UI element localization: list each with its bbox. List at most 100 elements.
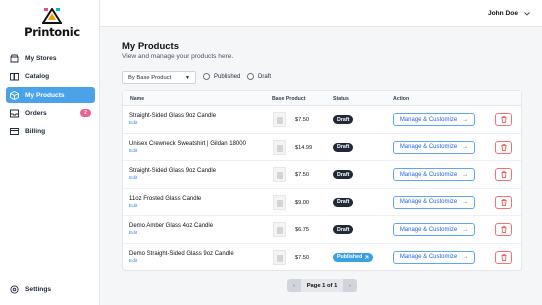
column-header-status: Status	[333, 96, 349, 102]
filter-select[interactable]: By Base Product ▼	[122, 71, 196, 84]
delete-button[interactable]	[495, 223, 512, 236]
product-thumbnail	[273, 194, 286, 210]
top-bar: John Doe	[100, 0, 542, 27]
next-page-button[interactable]: ›	[343, 279, 357, 292]
product-name: 11oz Frosted Glass Candle	[129, 195, 202, 202]
sidebar-item-my-products[interactable]: My Products	[6, 87, 95, 103]
delete-button[interactable]	[495, 195, 512, 209]
edit-link[interactable]: Edit	[129, 121, 137, 126]
inbox-icon	[10, 109, 19, 118]
product-name: Demo Amber Glass 4oz Candle	[129, 223, 214, 229]
product-thumbnail	[273, 112, 286, 127]
settings-label: Settings	[25, 285, 52, 293]
delete-button[interactable]	[495, 140, 512, 154]
manage-customize-button[interactable]: Manage & Customize →	[393, 250, 475, 264]
arrow-right-icon: →	[462, 116, 469, 123]
table-header: Name Base Product Status Action	[123, 91, 521, 106]
status-label: Draft	[337, 199, 350, 205]
sidebar-item-catalog[interactable]: Catalog	[6, 68, 95, 84]
page-title: My Products	[122, 41, 180, 52]
sidebar-item-orders[interactable]: Orders 2	[6, 105, 95, 121]
manage-customize-button[interactable]: Manage & Customize →	[393, 195, 475, 209]
arrow-right-icon: →	[462, 171, 469, 178]
manage-customize-label: Manage & Customize	[399, 144, 458, 150]
table-row: Unisex Crewneck Sweatshirt | Gildan 1800…	[123, 134, 521, 161]
status-label: Draft	[337, 116, 350, 123]
column-header-base-product: Base Product	[272, 96, 306, 102]
status-badge: Draft	[333, 170, 354, 179]
sidebar-item-label: My Stores	[25, 54, 57, 62]
chevron-down-icon	[524, 11, 530, 16]
column-header-action: Action	[393, 96, 410, 102]
radio-draft[interactable]: Draft	[247, 73, 271, 80]
product-price: $6.75	[295, 227, 309, 233]
status-badge: Draft	[333, 115, 354, 124]
product-price: $7.50	[295, 254, 309, 261]
manage-customize-button[interactable]: Manage & Customize →	[393, 223, 475, 236]
product-thumbnail	[273, 249, 286, 265]
product-price: $14.99	[295, 144, 313, 151]
sidebar-item-label: Catalog	[25, 72, 50, 80]
page-indicator: Page 1 of 1	[301, 279, 343, 292]
gear-icon	[10, 284, 19, 294]
radio-published[interactable]: Published	[203, 73, 240, 80]
sidebar-item-my-stores[interactable]: My Stores	[6, 50, 95, 66]
status-badge: Published	[333, 252, 374, 262]
product-name: Unisex Crewneck Sweatshirt | Gildan 1800…	[129, 140, 246, 147]
product-thumbnail	[273, 167, 286, 182]
product-thumbnail	[273, 222, 286, 237]
table-row: Straight-Sided Glass 9oz Candle Edit $7.50…	[123, 106, 521, 134]
radio-draft-label: Draft	[258, 73, 272, 80]
trash-icon	[501, 143, 506, 151]
table-row: Demo Straight-Sided Glass 9oz Candle Edit…	[123, 244, 521, 272]
status-label: Draft	[337, 226, 350, 233]
external-link-icon	[365, 255, 369, 259]
sidebar-item-settings[interactable]: Settings	[6, 281, 95, 297]
arrow-right-icon: →	[462, 226, 469, 233]
box-icon	[10, 90, 19, 100]
manage-customize-button[interactable]: Manage & Customize →	[393, 113, 475, 126]
book-icon	[10, 72, 19, 81]
product-name: Demo Straight-Sided Glass 9oz Candle	[129, 250, 234, 257]
product-name: Straight-Sided Glass 9oz Candle	[129, 113, 217, 119]
product-price: $7.50	[295, 172, 309, 178]
table-row: Demo Amber Glass 4oz Candle Edit $6.75 Draf…	[123, 216, 521, 244]
manage-customize-label: Manage & Customize	[399, 199, 458, 205]
brand-logo[interactable]: Printonic	[22, 8, 82, 39]
product-name: Straight-Sided Glass 9oz Candle	[129, 168, 217, 174]
trash-icon	[501, 253, 506, 261]
page-subtitle: View and manage your products here.	[122, 53, 234, 60]
edit-link[interactable]: Edit	[129, 149, 137, 154]
status-label: Published	[337, 254, 363, 260]
delete-button[interactable]	[495, 113, 512, 126]
sidebar-item-billing[interactable]: Billing	[6, 123, 95, 139]
arrow-right-icon: →	[462, 199, 469, 205]
sidebar: Printonic My Stores Catalog My Products …	[0, 0, 100, 305]
manage-customize-button[interactable]: Manage & Customize →	[393, 168, 475, 181]
status-label: Draft	[337, 144, 350, 150]
manage-customize-button[interactable]: Manage & Customize →	[393, 140, 475, 154]
table-row: 11oz Frosted Glass Candle Edit $9.00 Draft M…	[123, 189, 521, 216]
radio-circle	[247, 73, 254, 80]
prev-page-button[interactable]: ‹	[287, 279, 301, 292]
edit-link[interactable]: Edit	[129, 176, 137, 181]
status-badge: Draft	[333, 225, 354, 234]
radio-published-label: Published	[214, 73, 241, 80]
edit-link[interactable]: Edit	[129, 231, 137, 236]
user-name: John Doe	[487, 10, 518, 17]
manage-customize-label: Manage & Customize	[399, 254, 458, 260]
product-price: $7.50	[295, 117, 309, 123]
trash-icon	[501, 116, 506, 123]
pagination: ‹ Page 1 of 1 ›	[287, 279, 357, 292]
delete-button[interactable]	[495, 250, 512, 264]
edit-link[interactable]: Edit	[129, 259, 137, 264]
delete-button[interactable]	[495, 168, 512, 181]
edit-link[interactable]: Edit	[129, 204, 137, 209]
filter-select-value: By Base Product	[128, 74, 172, 81]
sidebar-item-label: Billing	[25, 127, 46, 135]
status-label: Draft	[337, 171, 350, 178]
arrow-right-icon: →	[462, 254, 469, 260]
trash-icon	[501, 171, 506, 178]
radio-circle	[203, 73, 210, 80]
user-menu[interactable]: John Doe	[488, 10, 530, 17]
